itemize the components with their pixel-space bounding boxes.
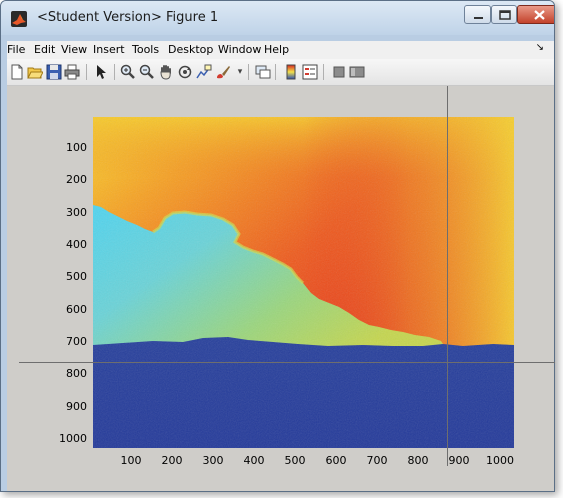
menu-insert[interactable]: Insert [93, 43, 125, 56]
hide-plot-tools-icon[interactable] [331, 64, 347, 80]
y-tick-label: 1000 [59, 432, 87, 445]
toolbar-separator [248, 64, 249, 80]
toolbar-separator [114, 64, 115, 80]
menu-bar: File Edit View Insert Tools Desktop Wind… [7, 41, 554, 59]
menu-window[interactable]: Window [218, 43, 261, 56]
legend-icon[interactable] [302, 64, 318, 80]
y-tick-label: 900 [66, 400, 87, 413]
zoom-in-icon[interactable] [120, 64, 136, 80]
y-tick-label: 600 [66, 303, 87, 316]
window-title: <Student Version> Figure 1 [37, 10, 219, 25]
x-tick-label: 1000 [486, 454, 514, 467]
menu-view[interactable]: View [61, 43, 87, 56]
x-tick-label: 500 [284, 454, 306, 467]
matlab-logo-icon [11, 11, 27, 27]
x-tick-label: 900 [448, 454, 470, 467]
toolbar-separator [275, 64, 276, 80]
data-cursor-icon[interactable] [196, 64, 212, 80]
menu-edit[interactable]: Edit [34, 43, 55, 56]
toolbar-separator [323, 64, 324, 80]
zoom-out-icon[interactable] [139, 64, 155, 80]
maximize-button[interactable] [491, 5, 517, 24]
y-tick-label: 800 [66, 367, 87, 380]
save-icon[interactable] [46, 64, 62, 80]
dropdown-arrow-icon[interactable]: ▾ [232, 64, 248, 80]
crosshair-horizontal [19, 362, 555, 363]
menu-file[interactable]: File [7, 43, 25, 56]
menu-help[interactable]: Help [264, 43, 289, 56]
heatmap-image [93, 117, 514, 448]
y-tick-label: 400 [66, 238, 87, 251]
y-tick-label: 100 [66, 141, 87, 154]
x-tick-label: 600 [325, 454, 347, 467]
brush-icon[interactable] [215, 64, 231, 80]
menu-overflow-icon[interactable]: ↘ [536, 42, 544, 53]
x-tick-label: 300 [202, 454, 224, 467]
x-tick-label: 800 [407, 454, 429, 467]
print-icon[interactable] [64, 64, 80, 80]
minimize-button[interactable] [464, 5, 491, 24]
open-file-icon[interactable] [27, 64, 43, 80]
close-icon [534, 10, 545, 20]
arrow-select-icon[interactable] [93, 64, 109, 80]
x-tick-label: 100 [120, 454, 142, 467]
maximize-icon [499, 10, 511, 20]
menu-desktop[interactable]: Desktop [168, 43, 213, 56]
y-tick-label: 200 [66, 173, 87, 186]
x-tick-label: 400 [243, 454, 265, 467]
image-axes[interactable] [93, 117, 514, 448]
menu-tools[interactable]: Tools [132, 43, 159, 56]
x-tick-label: 700 [366, 454, 388, 467]
y-tick-label: 500 [66, 270, 87, 283]
close-button[interactable] [517, 5, 554, 24]
link-plot-icon[interactable] [255, 64, 271, 80]
y-tick-label: 700 [66, 335, 87, 348]
new-figure-icon[interactable] [9, 64, 25, 80]
show-plot-tools-icon[interactable] [349, 64, 365, 80]
pan-hand-icon[interactable] [158, 64, 174, 80]
figure-toolbar: ▾ [7, 59, 554, 86]
rotate-3d-icon[interactable] [177, 64, 193, 80]
y-tick-label: 300 [66, 206, 87, 219]
minimize-icon [474, 17, 483, 19]
toolbar-separator [86, 64, 87, 80]
colorbar-icon[interactable] [283, 64, 299, 80]
x-tick-label: 200 [161, 454, 183, 467]
title-bar[interactable]: <Student Version> Figure 1 [1, 1, 554, 35]
crosshair-vertical [447, 86, 448, 466]
